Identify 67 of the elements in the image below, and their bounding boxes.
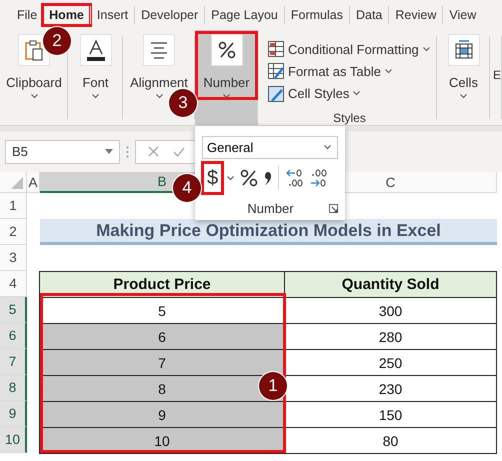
check-icon [173, 146, 185, 156]
row-header[interactable]: 1 [0, 193, 27, 219]
chevron-down-icon [227, 176, 234, 180]
ribbon-button[interactable]: Font [79, 75, 112, 99]
table-cell[interactable]: 7 [39, 349, 285, 376]
ribbon-button[interactable]: Clipboard [3, 75, 65, 99]
row-header[interactable]: 3 [0, 245, 27, 271]
highlight-box [195, 31, 258, 100]
ribbon-button[interactable]: Number [200, 75, 253, 99]
row-header[interactable]: 6 [0, 323, 27, 349]
row-header[interactable]: 9 [0, 401, 27, 427]
cells-icon [454, 40, 474, 60]
text-color-icon [86, 39, 106, 61]
group-label: Number [246, 201, 295, 216]
ribbon-tab[interactable]: Developer [136, 6, 204, 24]
group-label: Styles [333, 110, 366, 125]
table-cell[interactable]: 9 [39, 401, 285, 428]
table-header-cell: Quantity Sold [284, 271, 497, 298]
ribbon-button[interactable]: Cells [446, 75, 481, 99]
number-format-dropdown[interactable]: General [202, 136, 338, 159]
caret-icon [156, 94, 162, 99]
name-box[interactable]: B5 [5, 140, 120, 164]
row-header[interactable]: 10 [0, 427, 27, 453]
cell-styles-icon [268, 86, 284, 102]
caret-icon [460, 94, 467, 99]
caret-icon [30, 94, 38, 99]
column-header[interactable]: A [27, 172, 40, 193]
percent-icon [218, 41, 236, 59]
ribbon-tab[interactable]: Home [44, 6, 89, 24]
decimal-arrow-icon [309, 169, 328, 187]
ribbon-tab[interactable]: Review [390, 6, 442, 24]
select-all-triangle-icon [11, 177, 23, 189]
row-header[interactable]: 4 [0, 271, 27, 297]
row-header[interactable]: 7 [0, 349, 27, 375]
cancel-icon [148, 146, 159, 157]
table-cell[interactable]: 80 [284, 427, 497, 454]
ribbon-tab[interactable]: Page Layou [206, 6, 283, 24]
ribbon-tab[interactable]: Formulas [286, 6, 348, 24]
ribbon-button[interactable]: Format as Table [268, 60, 431, 83]
ribbon-button[interactable]: Conditional Formatting [268, 38, 431, 60]
row-header[interactable]: 2 [0, 219, 27, 245]
caret-icon [422, 46, 430, 52]
comma-icon [264, 170, 272, 186]
caret-icon [384, 68, 392, 74]
caret-icon [223, 94, 230, 99]
ribbon-tab[interactable]: Insert [92, 6, 134, 24]
conditional-formatting-icon [268, 41, 284, 58]
ribbon-tab[interactable]: Data [350, 6, 388, 24]
clipboard-icon [24, 39, 44, 61]
align-center-icon [149, 41, 169, 59]
caret-icon [353, 91, 360, 96]
percent-icon [240, 169, 258, 187]
ribbon-button[interactable]: Cell Styles [268, 82, 431, 105]
table-cell[interactable]: 6 [39, 323, 285, 350]
decimal-arrow-icon [285, 169, 304, 187]
caret-icon [92, 94, 99, 99]
sheet-title: Making Price Optimization Models in Excel [40, 219, 497, 245]
ribbon-tab[interactable]: View [444, 6, 482, 24]
ribbon-button[interactable]: E [492, 68, 501, 82]
format-table-icon [268, 63, 284, 80]
row-header[interactable]: 5 [0, 297, 27, 323]
dialog-launcher-icon [329, 204, 338, 213]
row-header[interactable]: 8 [0, 375, 27, 401]
grip-dots-icon [126, 146, 129, 158]
dropdown-arrow-icon [105, 149, 113, 154]
ribbon-tab[interactable]: File [12, 6, 42, 24]
chevron-down-icon [324, 145, 331, 150]
